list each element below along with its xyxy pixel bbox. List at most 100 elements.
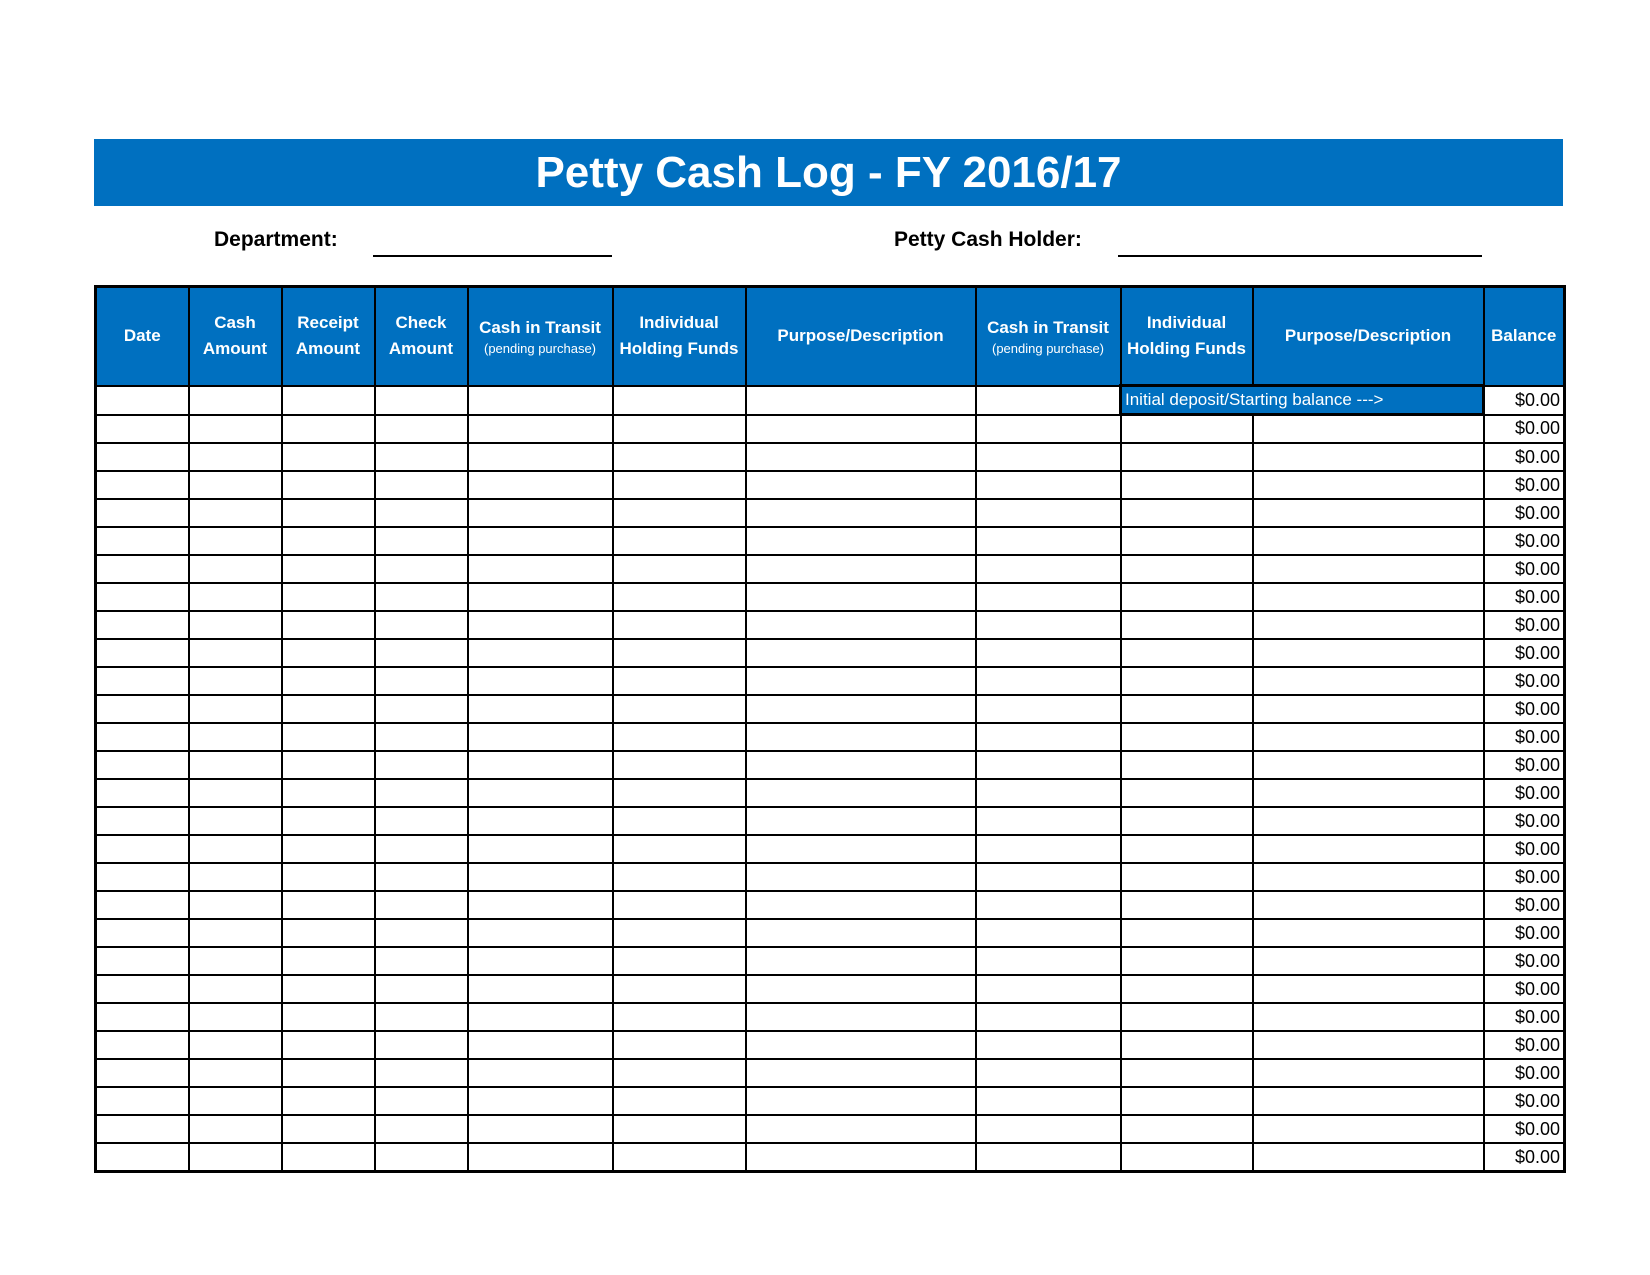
table-cell[interactable] bbox=[611, 666, 747, 696]
table-cell[interactable] bbox=[744, 1058, 977, 1088]
table-cell[interactable] bbox=[974, 526, 1122, 556]
table-cell[interactable] bbox=[744, 918, 977, 948]
table-cell[interactable] bbox=[744, 778, 977, 808]
table-cell[interactable] bbox=[611, 722, 747, 752]
table-cell[interactable] bbox=[1251, 470, 1485, 500]
table-cell[interactable] bbox=[280, 806, 376, 836]
table-cell[interactable] bbox=[280, 946, 376, 976]
table-cell[interactable] bbox=[373, 413, 469, 444]
table-cell[interactable] bbox=[280, 1030, 376, 1060]
table-cell[interactable] bbox=[280, 890, 376, 920]
table-cell[interactable] bbox=[187, 582, 283, 612]
table-cell[interactable] bbox=[1251, 834, 1485, 864]
table-cell[interactable] bbox=[1251, 498, 1485, 528]
table-cell[interactable] bbox=[466, 834, 614, 864]
table-cell[interactable] bbox=[187, 918, 283, 948]
table-cell[interactable] bbox=[466, 638, 614, 668]
table-cell[interactable] bbox=[94, 413, 190, 444]
table-cell[interactable] bbox=[280, 442, 376, 472]
table-cell[interactable] bbox=[974, 1114, 1122, 1144]
table-cell[interactable] bbox=[611, 554, 747, 584]
table-cell[interactable] bbox=[187, 1030, 283, 1060]
table-cell[interactable] bbox=[94, 1114, 190, 1144]
table-cell[interactable] bbox=[466, 778, 614, 808]
table-cell[interactable] bbox=[187, 750, 283, 780]
table-cell[interactable] bbox=[611, 470, 747, 500]
table-cell[interactable] bbox=[1119, 722, 1254, 752]
table-cell[interactable] bbox=[974, 582, 1122, 612]
table-cell[interactable] bbox=[611, 526, 747, 556]
table-cell[interactable] bbox=[1251, 442, 1485, 472]
table-cell[interactable] bbox=[187, 722, 283, 752]
table-cell[interactable] bbox=[280, 1002, 376, 1032]
table-cell[interactable] bbox=[744, 750, 977, 780]
table-cell[interactable] bbox=[1251, 638, 1485, 668]
table-cell[interactable] bbox=[373, 1030, 469, 1060]
table-cell[interactable] bbox=[1119, 778, 1254, 808]
table-cell[interactable] bbox=[373, 610, 469, 640]
table-cell[interactable] bbox=[373, 1058, 469, 1088]
table-cell[interactable] bbox=[974, 694, 1122, 724]
table-cell[interactable] bbox=[280, 1114, 376, 1144]
table-cell[interactable] bbox=[187, 610, 283, 640]
table-cell[interactable] bbox=[974, 666, 1122, 696]
table-cell[interactable] bbox=[94, 806, 190, 836]
table-cell[interactable] bbox=[94, 526, 190, 556]
table-cell[interactable] bbox=[466, 1114, 614, 1144]
table-cell[interactable] bbox=[187, 1002, 283, 1032]
table-cell[interactable] bbox=[187, 1086, 283, 1116]
table-cell[interactable] bbox=[1119, 610, 1254, 640]
table-cell[interactable] bbox=[611, 1002, 747, 1032]
table-cell[interactable] bbox=[280, 974, 376, 1004]
table-cell[interactable] bbox=[373, 498, 469, 528]
table-cell[interactable] bbox=[974, 834, 1122, 864]
table-cell[interactable] bbox=[187, 890, 283, 920]
table-cell[interactable] bbox=[280, 1142, 376, 1173]
table-cell[interactable] bbox=[94, 638, 190, 668]
table-cell[interactable] bbox=[466, 750, 614, 780]
table-cell[interactable] bbox=[280, 526, 376, 556]
table-cell[interactable] bbox=[1251, 722, 1485, 752]
table-cell[interactable] bbox=[187, 442, 283, 472]
table-cell[interactable] bbox=[1251, 694, 1485, 724]
table-cell[interactable] bbox=[187, 1114, 283, 1144]
table-cell[interactable] bbox=[187, 862, 283, 892]
table-cell[interactable] bbox=[974, 1058, 1122, 1088]
table-cell[interactable] bbox=[94, 610, 190, 640]
table-cell[interactable] bbox=[1251, 862, 1485, 892]
table-cell[interactable] bbox=[1251, 1086, 1485, 1116]
table-cell[interactable] bbox=[744, 1142, 977, 1173]
table-cell[interactable] bbox=[373, 862, 469, 892]
table-cell[interactable] bbox=[94, 666, 190, 696]
department-field[interactable] bbox=[373, 255, 612, 257]
table-cell[interactable] bbox=[187, 638, 283, 668]
table-cell[interactable] bbox=[744, 1086, 977, 1116]
table-cell[interactable] bbox=[974, 470, 1122, 500]
table-cell[interactable] bbox=[94, 470, 190, 500]
table-cell[interactable] bbox=[1119, 1058, 1254, 1088]
table-cell[interactable] bbox=[1251, 1058, 1485, 1088]
table-cell[interactable] bbox=[1251, 1002, 1485, 1032]
table-cell[interactable] bbox=[1251, 1114, 1485, 1144]
table-cell[interactable] bbox=[611, 750, 747, 780]
table-cell[interactable] bbox=[94, 750, 190, 780]
table-cell[interactable] bbox=[1119, 750, 1254, 780]
table-cell[interactable] bbox=[373, 1086, 469, 1116]
table-cell[interactable] bbox=[1251, 526, 1485, 556]
table-cell[interactable] bbox=[187, 498, 283, 528]
table-cell[interactable] bbox=[1119, 442, 1254, 472]
table-cell[interactable] bbox=[974, 946, 1122, 976]
table-cell[interactable] bbox=[1119, 638, 1254, 668]
table-cell[interactable] bbox=[744, 582, 977, 612]
table-cell[interactable] bbox=[611, 946, 747, 976]
table-cell[interactable] bbox=[611, 1030, 747, 1060]
table-cell[interactable] bbox=[373, 750, 469, 780]
table-cell[interactable] bbox=[466, 1002, 614, 1032]
table-cell[interactable] bbox=[280, 554, 376, 584]
table-cell[interactable] bbox=[1119, 1002, 1254, 1032]
table-cell[interactable] bbox=[974, 442, 1122, 472]
table-cell[interactable] bbox=[1119, 1086, 1254, 1116]
table-cell[interactable] bbox=[1119, 582, 1254, 612]
table-cell[interactable] bbox=[611, 638, 747, 668]
table-cell[interactable] bbox=[466, 666, 614, 696]
